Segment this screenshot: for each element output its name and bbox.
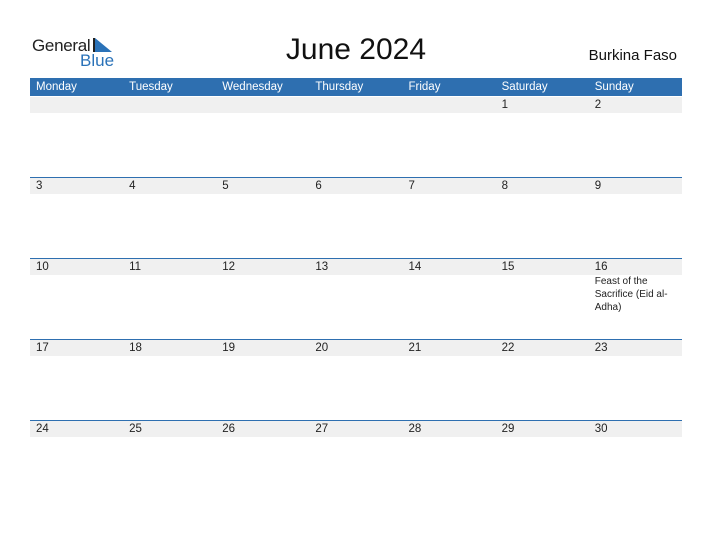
day-cell[interactable]: 23: [589, 340, 682, 356]
day-number: [315, 97, 402, 113]
day-cell[interactable]: [309, 97, 402, 113]
day-cell[interactable]: 25: [123, 421, 216, 437]
day-number: 21: [408, 342, 422, 354]
day-cell[interactable]: 1: [496, 97, 589, 113]
day-number: 18: [129, 342, 142, 354]
day-number: 30: [594, 423, 608, 435]
weekday-saturday: Saturday: [501, 81, 548, 93]
day-number: 1: [501, 99, 509, 111]
day-cell[interactable]: 27: [309, 421, 402, 437]
day-cell[interactable]: 19: [216, 340, 309, 356]
day-cell[interactable]: 5: [216, 178, 309, 194]
day-cell[interactable]: 20: [309, 340, 402, 356]
day-cell[interactable]: 18: [123, 340, 216, 356]
day-cell[interactable]: 4: [123, 178, 216, 194]
day-number: [36, 97, 123, 113]
weekday-thursday: Thursday: [315, 81, 364, 93]
day-cell[interactable]: 26: [216, 421, 309, 437]
day-number: [129, 97, 216, 113]
country-label: Burkina Faso: [588, 47, 677, 64]
day-number: 25: [129, 423, 142, 435]
day-cell[interactable]: 7: [403, 178, 496, 194]
day-number: 22: [501, 342, 515, 354]
day-number: 24: [36, 423, 49, 435]
day-cell[interactable]: 14: [403, 259, 496, 314]
week-row: 12: [30, 97, 682, 177]
day-number: 28: [408, 423, 422, 435]
day-cell[interactable]: 12: [216, 259, 309, 314]
day-number: 12: [222, 261, 236, 273]
day-cell[interactable]: 24: [30, 421, 123, 437]
weekday-header: Monday Tuesday Wednesday Thursday Friday…: [30, 78, 682, 96]
day-cell[interactable]: 9: [589, 178, 682, 194]
weekday-tuesday: Tuesday: [129, 81, 173, 93]
day-cell[interactable]: 15: [496, 259, 589, 314]
weekday-sunday: Sunday: [594, 81, 634, 93]
day-number: 9: [594, 180, 602, 192]
week-row: 24 25 26 27 28 29 30: [30, 420, 682, 501]
day-number: 29: [501, 423, 515, 435]
day-number: 10: [36, 261, 49, 273]
day-number: 6: [315, 180, 322, 192]
day-cell[interactable]: 8: [496, 178, 589, 194]
week-row: 17 18 19 20 21 22 23: [30, 339, 682, 420]
weekday-friday: Friday: [408, 81, 441, 93]
day-number: 13: [315, 261, 329, 273]
weekday-monday: Monday: [36, 81, 77, 93]
day-number: 19: [222, 342, 236, 354]
day-cell[interactable]: 16 Feast of the Sacrifice (Eid al-Adha): [589, 259, 682, 314]
day-number: 7: [408, 180, 415, 192]
day-cell[interactable]: 28: [403, 421, 496, 437]
day-cell[interactable]: 30: [589, 421, 682, 437]
day-number: 5: [222, 180, 229, 192]
day-cell[interactable]: 2: [589, 97, 682, 113]
weekday-wednesday: Wednesday: [222, 81, 283, 93]
day-number: 15: [501, 261, 515, 273]
day-number: 17: [36, 342, 49, 354]
day-cell[interactable]: [123, 97, 216, 113]
day-number: 2: [594, 99, 602, 111]
day-cell[interactable]: 3: [30, 178, 123, 194]
day-cell[interactable]: 10: [30, 259, 123, 314]
day-cell[interactable]: [216, 97, 309, 113]
day-cell[interactable]: 6: [309, 178, 402, 194]
day-number: [222, 97, 309, 113]
day-cell[interactable]: 13: [309, 259, 402, 314]
day-number: 14: [408, 261, 422, 273]
day-number: 3: [36, 180, 43, 192]
day-number: 16: [594, 261, 608, 273]
day-number: 27: [315, 423, 329, 435]
day-number: 23: [594, 342, 608, 354]
day-number: 20: [315, 342, 329, 354]
day-cell[interactable]: [403, 97, 496, 113]
day-number: 26: [222, 423, 236, 435]
day-cell[interactable]: [30, 97, 123, 113]
day-number: 4: [129, 180, 136, 192]
week-row: 10 11 12 13 14 15 16 Feast of the Sacrifice (Ei…: [30, 258, 682, 339]
day-number: 11: [129, 261, 142, 273]
day-cell[interactable]: 22: [496, 340, 589, 356]
day-cell[interactable]: 17: [30, 340, 123, 356]
day-number: [409, 97, 496, 113]
holiday-event: Feast of the Sacrifice (Eid al-Adha): [594, 276, 668, 313]
week-row: 3 4 5 6 7 8 9: [30, 177, 682, 258]
day-cell[interactable]: 11: [123, 259, 216, 314]
day-cell[interactable]: 21: [403, 340, 496, 356]
day-cell[interactable]: 29: [496, 421, 589, 437]
day-number: 8: [501, 180, 509, 192]
